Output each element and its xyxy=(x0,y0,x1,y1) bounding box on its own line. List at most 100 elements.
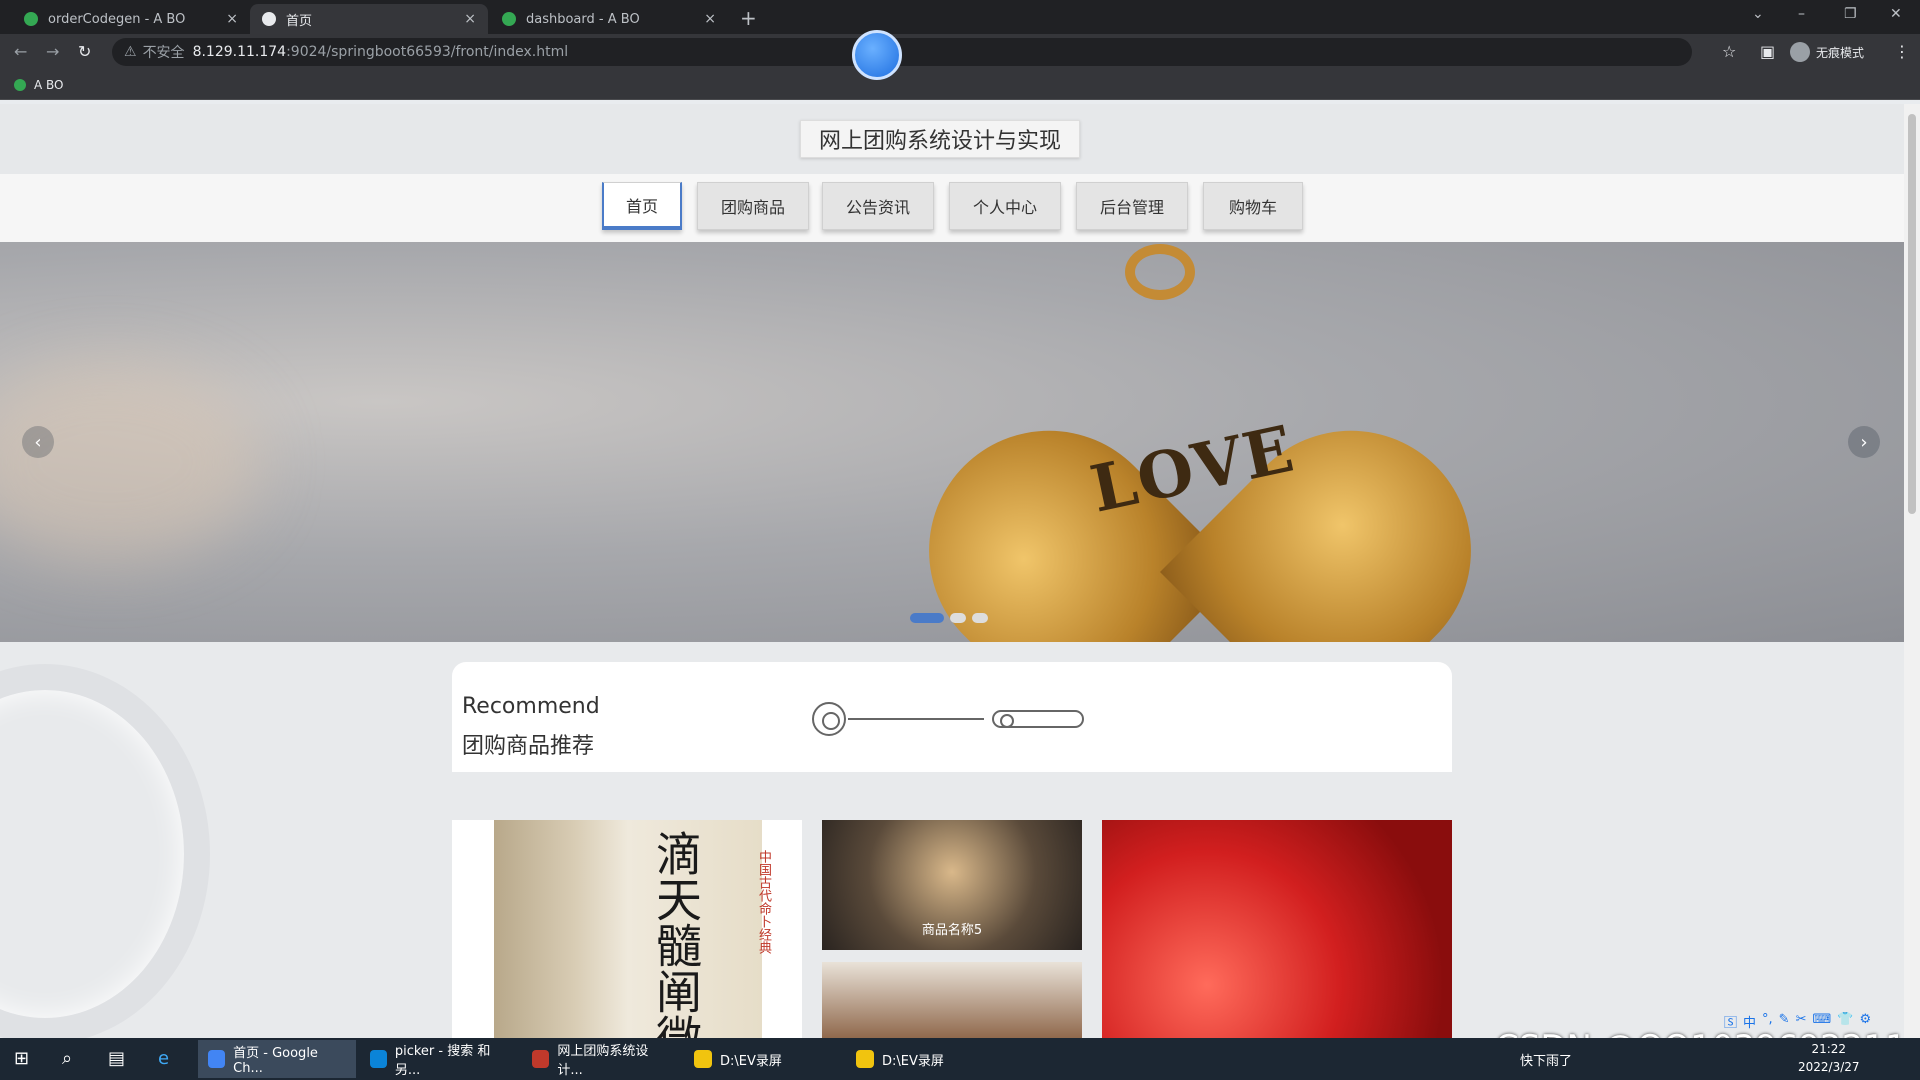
bookmark-item[interactable]: A BO xyxy=(14,78,64,92)
browser-tab-bar: orderCodegen - A BO × 首页 × dashboard - A… xyxy=(0,0,1920,34)
folder-icon xyxy=(694,1050,712,1068)
scrollbar-thumb[interactable] xyxy=(1908,114,1916,514)
tab-favicon-icon xyxy=(24,12,38,26)
app-icon xyxy=(370,1050,387,1068)
page-scrollbar[interactable] xyxy=(1904,104,1920,1038)
browser-tab-ordercodegen[interactable]: orderCodegen - A BO × xyxy=(12,4,250,34)
taskbar-item-folder[interactable]: D:\EV录屏 xyxy=(846,1040,1004,1078)
heart-lobe-right xyxy=(1160,381,1521,642)
clock-time: 21:22 xyxy=(1811,1042,1847,1056)
incognito-avatar-icon xyxy=(1790,42,1810,62)
tab-search-icon[interactable]: ⌄ xyxy=(1752,6,1764,22)
browser-tab-home[interactable]: 首页 × xyxy=(250,4,488,34)
weather-tray-text[interactable]: 快下雨了 xyxy=(1520,1050,1572,1069)
carousel-dot-active[interactable] xyxy=(910,613,944,623)
taskbar-item-folder[interactable]: D:\EV录屏 xyxy=(684,1040,842,1078)
tab-close-icon[interactable]: × xyxy=(704,11,716,27)
tab-title: dashboard - A BO xyxy=(526,11,640,27)
close-window-icon[interactable]: ✕ xyxy=(1890,6,1902,22)
product-card-steak[interactable] xyxy=(822,962,1082,1038)
url-path: :9024/springboot66593/front/index.html xyxy=(286,44,569,60)
tab-favicon-icon xyxy=(262,12,276,26)
recorder-floating-button[interactable] xyxy=(852,30,902,80)
web-page: 网上团购系统设计与实现 首页 团购商品 公告资讯 个人中心 后台管理 购物车 L… xyxy=(0,104,1904,1038)
decorative-plate xyxy=(0,664,210,1038)
url-host: 8.129.11.174 xyxy=(192,44,287,60)
heart-pendant-image: LOVE xyxy=(879,282,1521,642)
browser-toolbar: ← → ↻ ⚠ 不安全 8.129.11.174 :9024/springboo… xyxy=(0,34,1920,70)
recommend-title-cn: 团购商品推荐 xyxy=(462,734,595,759)
nav-cart[interactable]: 购物车 xyxy=(1203,182,1303,230)
side-panel-icon[interactable]: ▣ xyxy=(1760,42,1775,61)
product-card-book[interactable]: 滴天髓阐微 中国古代命卜经典 xyxy=(452,820,802,1038)
site-title: 网上团购系统设计与实现 xyxy=(800,120,1080,158)
browser-tab-dashboard[interactable]: dashboard - A BO × xyxy=(490,4,728,34)
app-icon xyxy=(208,1050,226,1068)
app-icon xyxy=(532,1050,550,1068)
minimize-icon[interactable]: – xyxy=(1798,6,1805,22)
recommend-title-en: Recommend xyxy=(462,694,600,719)
book-title: 滴天髓阐微 xyxy=(649,830,703,1038)
product-card-food[interactable]: 商品名称5 xyxy=(822,820,1082,950)
reload-icon[interactable]: ↻ xyxy=(78,42,91,61)
tab-favicon-icon xyxy=(502,12,516,26)
folder-icon xyxy=(856,1050,874,1068)
nav-user-center[interactable]: 个人中心 xyxy=(949,182,1061,230)
bookmark-star-icon[interactable]: ☆ xyxy=(1722,42,1736,61)
new-tab-button[interactable]: + xyxy=(740,6,757,30)
tab-title: 首页 xyxy=(286,13,313,29)
taskbar-clock[interactable]: 21:22 2022/3/27 xyxy=(1798,1040,1860,1076)
bookmarks-bar: A BO xyxy=(0,70,1920,100)
carousel-indicators xyxy=(910,613,988,623)
screen: orderCodegen - A BO × 首页 × dashboard - A… xyxy=(0,0,1920,1080)
carousel-dot[interactable] xyxy=(972,613,988,623)
taskbar-item-idea[interactable]: 网上团购系统设计... xyxy=(522,1040,680,1078)
bookmark-label: A BO xyxy=(34,78,64,92)
address-bar[interactable]: ⚠ 不安全 8.129.11.174 :9024/springboot66593… xyxy=(112,38,1692,66)
ie-icon[interactable]: e xyxy=(158,1048,169,1069)
task-view-icon[interactable]: ▤ xyxy=(108,1048,125,1069)
warning-icon: ⚠ xyxy=(124,44,137,60)
windows-taskbar: ⊞ ⌕ ▤ e 首页 - Google Ch... picker - 搜索 和另… xyxy=(0,1038,1920,1080)
windows-start-icon[interactable]: ⊞ xyxy=(14,1048,29,1069)
heart-lobe-left xyxy=(879,381,1240,642)
carousel-prev-icon[interactable]: ‹ xyxy=(22,426,54,458)
carousel-dot[interactable] xyxy=(950,613,966,623)
taskbar-label: D:\EV录屏 xyxy=(720,1053,782,1069)
profile-button[interactable]: 无痕模式 xyxy=(1790,42,1864,62)
taskbar-item-chrome[interactable]: 首页 - Google Ch... xyxy=(198,1040,356,1078)
site-header: 网上团购系统设计与实现 xyxy=(0,104,1904,174)
taskbar-label: picker - 搜索 和另... xyxy=(394,1044,491,1078)
tab-close-icon[interactable]: × xyxy=(226,11,238,27)
book-subtitle: 中国古代命卜经典 xyxy=(756,850,771,954)
product-caption: 商品名称5 xyxy=(921,923,983,938)
product-card-cherries[interactable] xyxy=(1102,820,1452,1038)
menu-icon[interactable]: ⋮ xyxy=(1894,42,1910,61)
decorative-line xyxy=(848,718,984,720)
bookmark-favicon-icon xyxy=(14,79,26,91)
recommend-header: Recommend 团购商品推荐 xyxy=(452,662,1452,772)
insecure-label: 不安全 xyxy=(142,45,185,61)
maximize-icon[interactable]: ❐ xyxy=(1844,6,1857,22)
clock-date: 2022/3/27 xyxy=(1798,1060,1860,1074)
nav-group-products[interactable]: 团购商品 xyxy=(697,182,809,230)
nav-home[interactable]: 首页 xyxy=(602,182,682,230)
nav-admin[interactable]: 后台管理 xyxy=(1076,182,1188,230)
nav-announcements[interactable]: 公告资讯 xyxy=(822,182,934,230)
decorative-pill-icon xyxy=(992,710,1084,728)
carousel: LOVE ‹ › xyxy=(0,242,1904,642)
carousel-next-icon[interactable]: › xyxy=(1848,426,1880,458)
site-nav: 首页 团购商品 公告资讯 个人中心 后台管理 购物车 xyxy=(0,174,1904,242)
decorative-circle-icon xyxy=(812,702,846,736)
tab-close-icon[interactable]: × xyxy=(464,11,476,27)
tab-title: orderCodegen - A BO xyxy=(48,11,186,27)
back-icon[interactable]: ← xyxy=(14,42,27,61)
banner-blur xyxy=(0,362,260,562)
taskbar-label: D:\EV录屏 xyxy=(882,1053,944,1069)
taskbar-item-edge[interactable]: picker - 搜索 和另... xyxy=(360,1040,518,1078)
taskbar-label: 网上团购系统设计... xyxy=(557,1044,649,1078)
search-icon[interactable]: ⌕ xyxy=(62,1048,72,1069)
taskbar-label: 首页 - Google Ch... xyxy=(233,1046,318,1076)
book-cover-image: 滴天髓阐微 中国古代命卜经典 xyxy=(494,820,771,1038)
forward-icon[interactable]: → xyxy=(46,42,59,61)
